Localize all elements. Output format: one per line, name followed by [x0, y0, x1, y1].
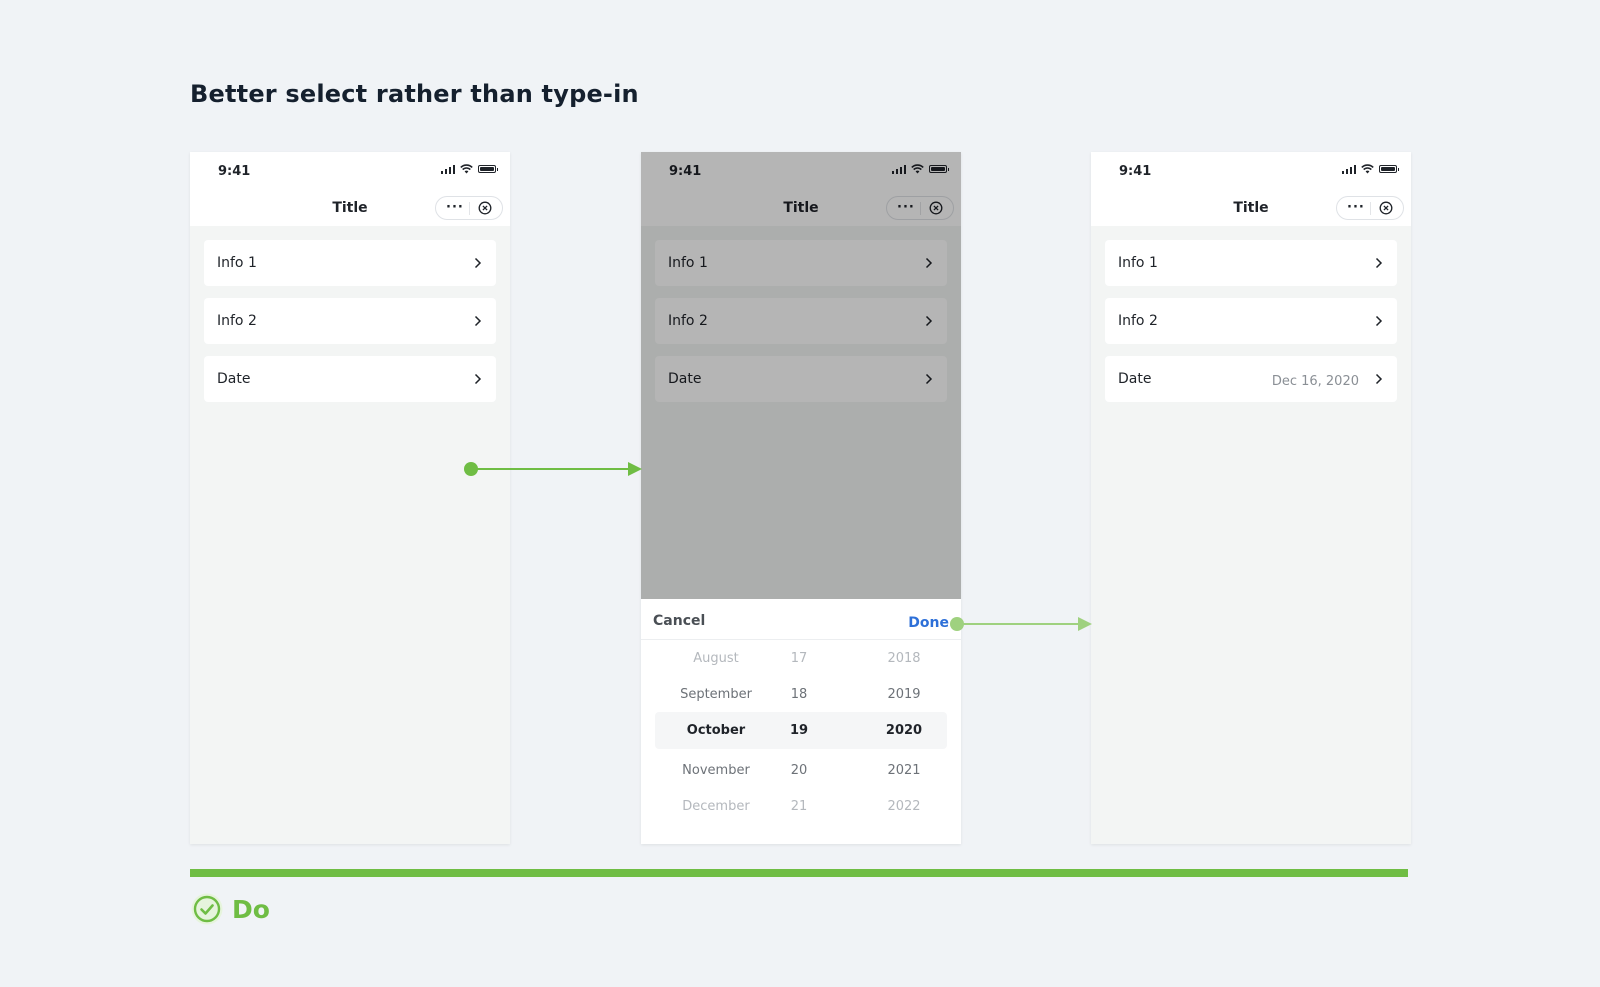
chevron-right-icon	[1375, 315, 1383, 327]
list-item-info-1[interactable]: Info 1	[1105, 240, 1397, 286]
done-button[interactable]: Done	[908, 615, 949, 631]
capsule-menu: ···	[1336, 196, 1404, 220]
chevron-right-icon	[1375, 373, 1383, 385]
list-item-label: Info 1	[217, 255, 257, 271]
capsule-menu: ···	[435, 196, 503, 220]
sheet-divider	[641, 639, 961, 640]
phone-before: 9:41 Title ··· Info 1 Info 2 Date	[190, 152, 510, 844]
list-item-label: Date	[1118, 371, 1152, 387]
list-item-info-2[interactable]: Info 2	[204, 298, 496, 344]
capsule-divider	[469, 202, 470, 215]
top-bar: 9:41 Title ···	[1091, 152, 1411, 226]
list-item-info-1[interactable]: Info 1	[204, 240, 496, 286]
list-item-label: Info 2	[1118, 313, 1158, 329]
picker-month: September	[680, 687, 752, 702]
capsule-divider	[1370, 202, 1371, 215]
picker-month: August	[693, 651, 739, 666]
status-time: 9:41	[218, 164, 251, 179]
chevron-right-icon	[1375, 257, 1383, 269]
modal-overlay[interactable]	[641, 152, 961, 599]
date-picker-sheet: Cancel Done August 17 2018 September 18 …	[641, 599, 961, 844]
chevron-right-icon	[474, 373, 482, 385]
battery-icon	[478, 165, 498, 173]
status-time: 9:41	[1119, 164, 1152, 179]
top-bar: 9:41 Title ···	[190, 152, 510, 226]
list-item-date[interactable]: Date	[204, 356, 496, 402]
picker-day: 17	[790, 651, 808, 666]
picker-row-selected[interactable]: October 19 2020	[641, 723, 961, 743]
list-item-label: Date	[217, 371, 251, 387]
check-circle-icon	[191, 893, 223, 925]
chevron-right-icon	[474, 315, 482, 327]
picker-row[interactable]: December 21 2022	[641, 799, 961, 819]
date-value: Dec 16, 2020	[1271, 374, 1359, 389]
list-item-label: Info 2	[217, 313, 257, 329]
wifi-icon	[1361, 164, 1374, 174]
close-circle-icon[interactable]	[478, 201, 492, 215]
signal-icon	[440, 164, 455, 174]
page-heading: Better select rather than type-in	[190, 80, 639, 108]
picker-month: November	[682, 763, 750, 778]
battery-icon	[1379, 165, 1399, 173]
picker-year: 2019	[887, 687, 921, 702]
picker-day: 21	[790, 799, 808, 814]
phone-picker: 9:41 Title ··· Info 1 Info 2 Date Cancel…	[641, 152, 961, 844]
picker-row[interactable]: September 18 2019	[641, 687, 961, 707]
phone-after: 9:41 Title ··· Info 1 Info 2 Date Dec 16…	[1091, 152, 1411, 844]
chevron-right-icon	[474, 257, 482, 269]
signal-icon	[1341, 164, 1356, 174]
more-icon[interactable]: ···	[1347, 200, 1365, 215]
picker-row[interactable]: August 17 2018	[641, 651, 961, 671]
list-item-date[interactable]: Date Dec 16, 2020	[1105, 356, 1397, 402]
list-item-info-2[interactable]: Info 2	[1105, 298, 1397, 344]
picker-month: December	[682, 799, 750, 814]
picker-day: 18	[790, 687, 808, 702]
flow-arrow-2	[950, 617, 1092, 631]
do-label: Do	[232, 894, 270, 924]
close-circle-icon[interactable]	[1379, 201, 1393, 215]
cancel-button[interactable]: Cancel	[653, 613, 705, 629]
picker-year: 2022	[887, 799, 921, 814]
picker-day: 20	[790, 763, 808, 778]
wifi-icon	[460, 164, 473, 174]
picker-year: 2020	[885, 723, 923, 738]
picker-year: 2018	[887, 651, 921, 666]
picker-day: 19	[789, 723, 809, 738]
status-icons	[1341, 164, 1399, 174]
list-item-label: Info 1	[1118, 255, 1158, 271]
picker-row[interactable]: November 20 2021	[641, 763, 961, 783]
do-indicator: Do	[190, 892, 270, 926]
picker-year: 2021	[887, 763, 921, 778]
do-divider-bar	[190, 869, 1408, 877]
picker-month: October	[686, 723, 746, 738]
more-icon[interactable]: ···	[446, 200, 464, 215]
status-icons	[440, 164, 498, 174]
